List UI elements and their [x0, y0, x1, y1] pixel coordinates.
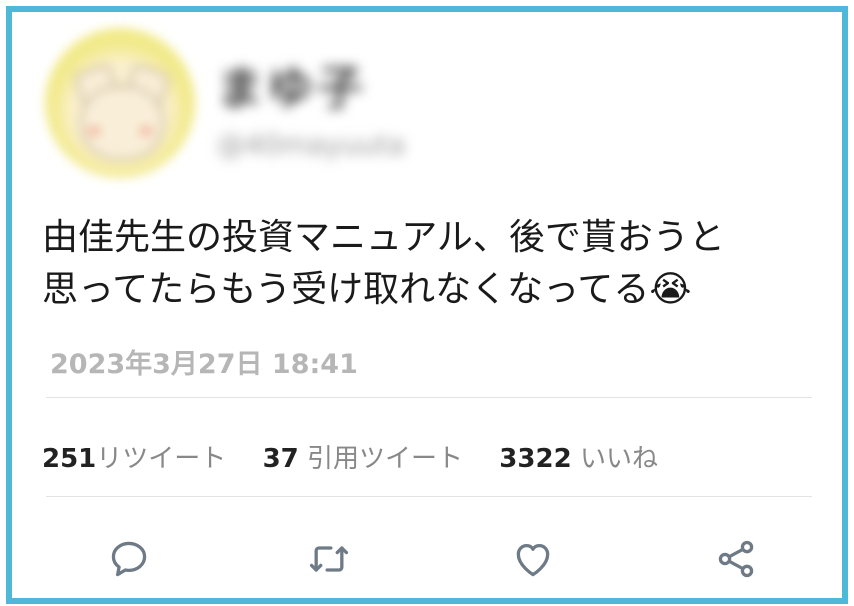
avatar-cheek — [139, 126, 153, 136]
share-button[interactable] — [712, 535, 760, 583]
retweets-label: リツイート — [96, 444, 227, 474]
retweet-button[interactable] — [305, 535, 353, 583]
reply-button[interactable] — [105, 535, 153, 583]
retweet-icon — [309, 546, 349, 572]
like-button[interactable] — [509, 535, 557, 583]
avatar[interactable] — [45, 28, 195, 178]
avatar-face — [80, 86, 164, 160]
divider — [46, 397, 812, 398]
retweets-stat[interactable]: 251リツイート — [42, 444, 235, 474]
tweet-stats: 251リツイート 37 引用ツイート 3322 いいね — [42, 438, 658, 475]
tweet-text-line: 由佳先生の投資マニュアル、後で貰おうと — [42, 217, 725, 258]
display-name[interactable]: まゆ子 — [217, 52, 367, 118]
retweets-count: 251 — [42, 444, 97, 474]
quotes-stat[interactable]: 37 引用ツイート — [263, 444, 472, 474]
likes-label: いいね — [579, 444, 658, 474]
tweet-text: 由佳先生の投資マニュアル、後で貰おうと 思ってたらもう受け取れなくなってる😭 — [42, 212, 832, 316]
likes-count: 3322 — [499, 444, 572, 474]
heart-icon — [516, 543, 550, 577]
divider — [46, 496, 812, 497]
user-handle[interactable]: @40mayuuta — [217, 128, 405, 161]
avatar-cheek — [87, 126, 101, 136]
tweet-card: まゆ子 @40mayuuta 由佳先生の投資マニュアル、後で貰おうと 思ってたら… — [6, 6, 848, 604]
quotes-count: 37 — [262, 444, 299, 474]
likes-stat[interactable]: 3322 いいね — [499, 444, 658, 474]
quotes-label: 引用ツイート — [307, 444, 464, 474]
tweet-timestamp[interactable]: 2023年3月27日 18:41 — [50, 342, 358, 381]
tweet-text-line: 思ってたらもう受け取れなくなってる😭 — [42, 269, 692, 310]
comment-icon — [111, 541, 147, 577]
share-icon — [718, 540, 754, 578]
